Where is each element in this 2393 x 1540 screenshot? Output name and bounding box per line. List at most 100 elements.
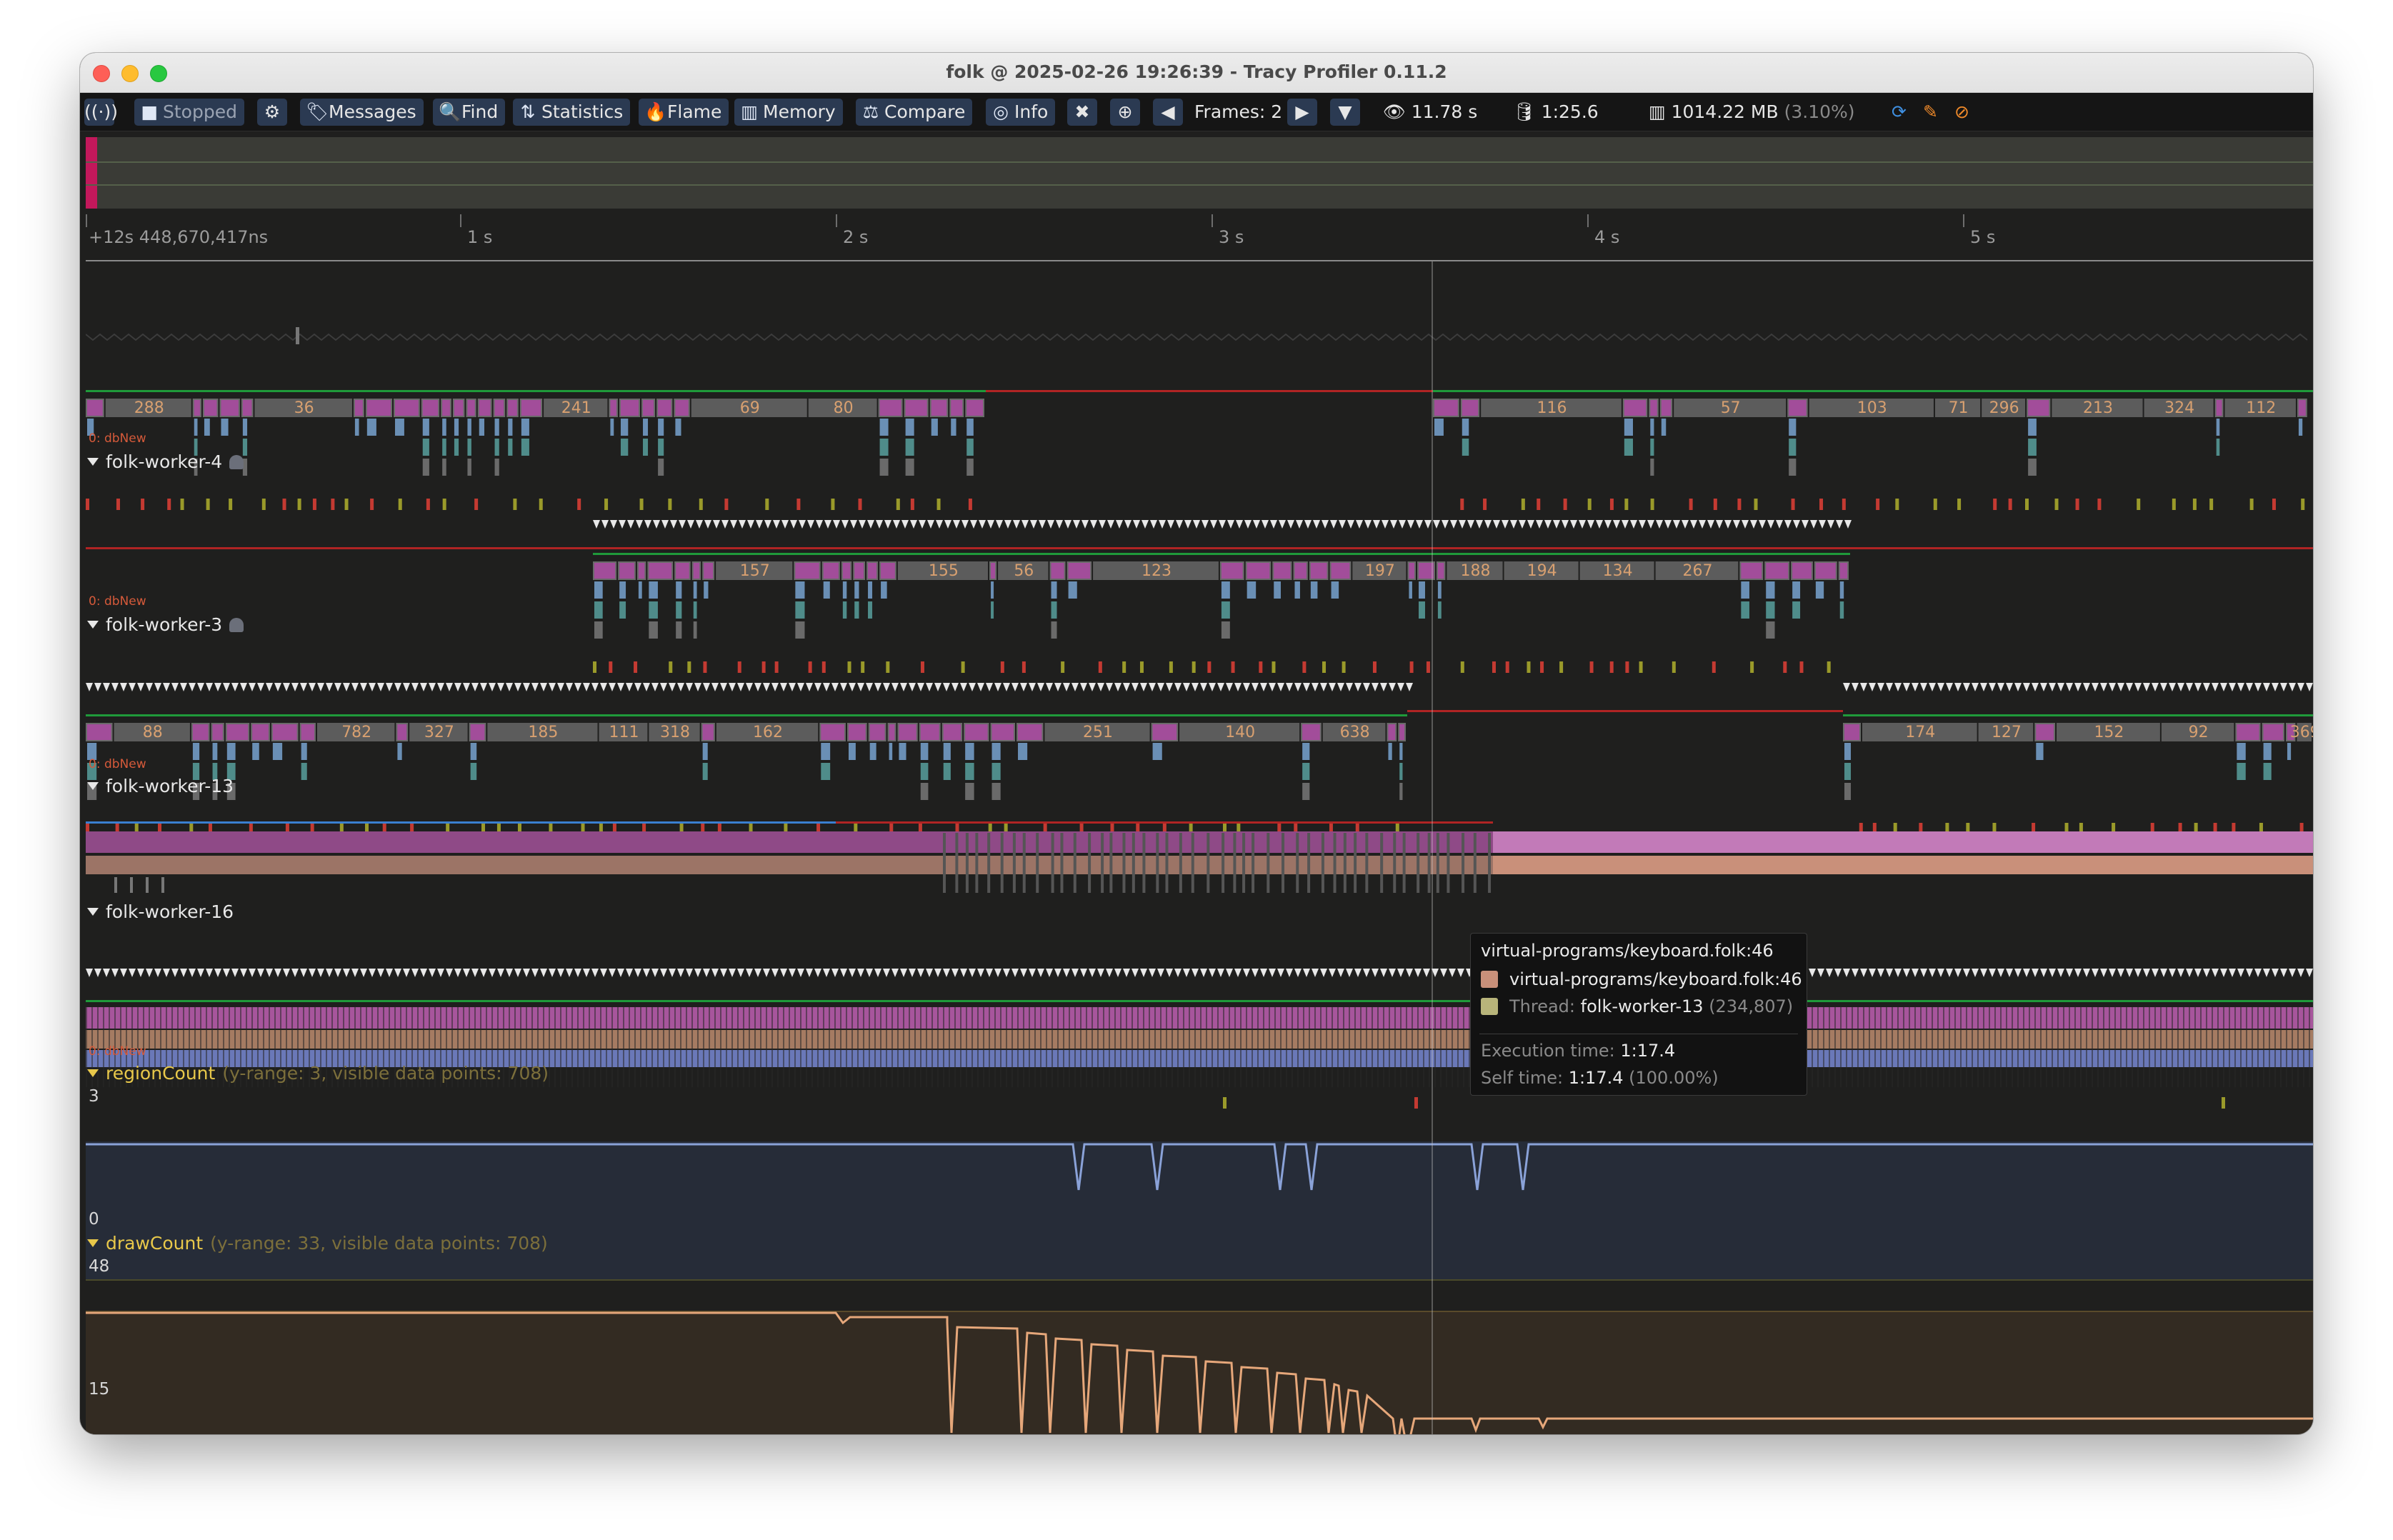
plot-min-label: 15 bbox=[89, 1380, 110, 1399]
main-thread-lock-marker bbox=[167, 499, 171, 510]
profiler-window: folk @ 2025-02-26 19:26:39 - Tracy Profi… bbox=[80, 53, 2313, 1434]
main-thread-zone-fill bbox=[966, 400, 983, 416]
plot-header-drawCount[interactable]: drawCount (y-range: 33, visible data poin… bbox=[87, 1233, 548, 1254]
main-thread-lock-marker bbox=[1957, 499, 1962, 510]
fire-icon: 🔥 bbox=[644, 101, 667, 122]
worker-3-child-zone bbox=[943, 743, 951, 760]
main-thread-child-zone bbox=[658, 439, 664, 456]
memory-button[interactable]: ▥ Memory bbox=[734, 99, 843, 126]
main-thread-zone-fill bbox=[879, 400, 901, 416]
worker-16-tick bbox=[1383, 1007, 1384, 1087]
flame-button[interactable]: 🔥Flame bbox=[639, 99, 729, 126]
thread-header-folk-worker-13[interactable]: folk-worker-13 bbox=[87, 776, 234, 796]
main-thread-zone-fill bbox=[366, 400, 391, 416]
worker-13-tick bbox=[114, 877, 117, 893]
worker-4-lock-marker bbox=[1302, 661, 1307, 673]
settings-button[interactable]: ⚙ bbox=[257, 99, 287, 126]
thread-header-folk-worker-3[interactable]: folk-worker-3 bbox=[87, 614, 244, 635]
worker-3-zone-label: 327 bbox=[424, 724, 454, 741]
sync-icon[interactable]: ⟳ bbox=[1892, 99, 1907, 126]
plot-header-regionCount[interactable]: regionCount (y-range: 3, visible data poi… bbox=[87, 1063, 549, 1084]
worker-13-tick bbox=[1393, 833, 1397, 893]
eyedropper-icon[interactable]: ✎ bbox=[1923, 99, 1938, 126]
db-label: 0: dbNew bbox=[89, 1044, 146, 1059]
main-thread-zone-fill bbox=[675, 400, 689, 416]
worker-16-tick bbox=[891, 1007, 893, 1087]
info-button[interactable]: ◎ Info bbox=[986, 99, 1056, 126]
worker-16-tick bbox=[737, 1007, 739, 1087]
worker-4-lock-marker bbox=[1460, 661, 1464, 673]
compare-button[interactable]: ⚖ Compare bbox=[856, 99, 973, 126]
worker-4-lock-marker bbox=[1426, 661, 1430, 673]
worker-16-tick bbox=[1874, 1007, 1876, 1087]
worker-4-zone-fill bbox=[854, 563, 864, 579]
worker-16-tick bbox=[1292, 1007, 1293, 1087]
worker-16-tick bbox=[914, 1007, 916, 1087]
worker-16-tick bbox=[2023, 1007, 2024, 1087]
main-thread-child-zone bbox=[494, 419, 499, 436]
find-button[interactable]: 🔍Find bbox=[433, 99, 506, 126]
thread-header-folk-worker-16[interactable]: folk-worker-16 bbox=[87, 901, 234, 922]
worker-16-tick bbox=[2229, 1007, 2230, 1087]
main-thread-lock-marker bbox=[1587, 499, 1592, 510]
main-thread-child-zone bbox=[194, 419, 198, 436]
worker-16-tick bbox=[1332, 1007, 1333, 1087]
worker-13-tick bbox=[1267, 833, 1270, 893]
worker-3-child-zone bbox=[2263, 743, 2272, 760]
worker-4-child-zone bbox=[594, 621, 603, 639]
timeline-canvas[interactable]: 288 36 241 69 80 116 57 103 71 296 213 324 112157 155… bbox=[86, 261, 2313, 1434]
main-thread-child-zone bbox=[966, 459, 974, 476]
worker-16-tick bbox=[937, 1007, 939, 1087]
thread-header-folk-worker-4[interactable]: folk-worker-4 bbox=[87, 451, 244, 472]
worker-16-tick bbox=[1834, 1007, 1836, 1087]
main-thread-lock-marker bbox=[297, 499, 301, 510]
time-ruler[interactable]: +12s 448,670,417ns 1 s 2 s 3 s 4 s 5 s bbox=[86, 214, 2313, 257]
worker-16-tick bbox=[1200, 1007, 1202, 1087]
worker-4-child-zone bbox=[823, 581, 830, 599]
frame-graph[interactable] bbox=[86, 137, 2313, 209]
main-thread-child-zone bbox=[879, 419, 889, 436]
plot-max-label: 3 bbox=[89, 1087, 99, 1106]
worker-16-tick bbox=[651, 1007, 653, 1087]
worker-3-child-zone bbox=[889, 743, 893, 760]
worker-3-zone-fill bbox=[212, 724, 223, 740]
stopped-button[interactable]: ■ Stopped bbox=[134, 99, 244, 126]
main-thread-lock-marker bbox=[699, 499, 703, 510]
worker-4-child-zone bbox=[795, 581, 805, 599]
prev-frame-button[interactable]: ◀ bbox=[1153, 99, 1183, 126]
worker-3-child-zone bbox=[920, 743, 929, 760]
worker-16-tick bbox=[1406, 1007, 1407, 1087]
worker-13-tick bbox=[1109, 833, 1113, 893]
tick-label: 1 s bbox=[467, 227, 493, 247]
worker-16-tick bbox=[589, 1007, 590, 1087]
worker-16-tick bbox=[2257, 1007, 2259, 1087]
collapse-triangle-icon bbox=[87, 621, 99, 629]
tools-button[interactable]: ✖ bbox=[1067, 99, 1097, 126]
worker-4-zone-label: 157 bbox=[740, 562, 770, 580]
worker-16-tick bbox=[1840, 1007, 1842, 1087]
worker-16-tick bbox=[1063, 1007, 1064, 1087]
next-frame-button[interactable]: ▶ bbox=[1287, 99, 1317, 126]
worker-4-lock-marker bbox=[1783, 661, 1787, 673]
main-thread-child-zone bbox=[2028, 419, 2037, 436]
eye-slash-icon[interactable]: ⊘ bbox=[1954, 99, 1969, 126]
frame-dropdown-button[interactable]: ▼ bbox=[1330, 99, 1360, 126]
worker-4-zone-fill bbox=[1051, 563, 1064, 579]
worker-16-tick bbox=[600, 1007, 601, 1087]
worker-4-lock-marker bbox=[1191, 661, 1196, 673]
zoom-button[interactable]: ⊕ bbox=[1110, 99, 1140, 126]
worker-16-tick bbox=[1269, 1007, 1270, 1087]
worker-4-zone-fill bbox=[1815, 563, 1836, 579]
worker-3-child-zone bbox=[272, 743, 283, 760]
collapse-triangle-icon bbox=[87, 908, 99, 916]
messages-button[interactable]: 🏷Messages bbox=[300, 99, 424, 126]
plot-min-label: 0 bbox=[89, 1210, 99, 1229]
statistics-button[interactable]: ⇅ Statistics bbox=[513, 99, 631, 126]
worker-4-lock-marker bbox=[669, 661, 673, 673]
connection-button[interactable]: ((·)) bbox=[84, 99, 118, 126]
zoom-icon: ⊕ bbox=[1117, 101, 1133, 122]
tick-label: 4 s bbox=[1594, 227, 1620, 247]
worker-16-tick bbox=[2080, 1007, 2082, 1087]
main-thread-lock-marker bbox=[577, 499, 581, 510]
worker-16-tick bbox=[2000, 1007, 2002, 1087]
